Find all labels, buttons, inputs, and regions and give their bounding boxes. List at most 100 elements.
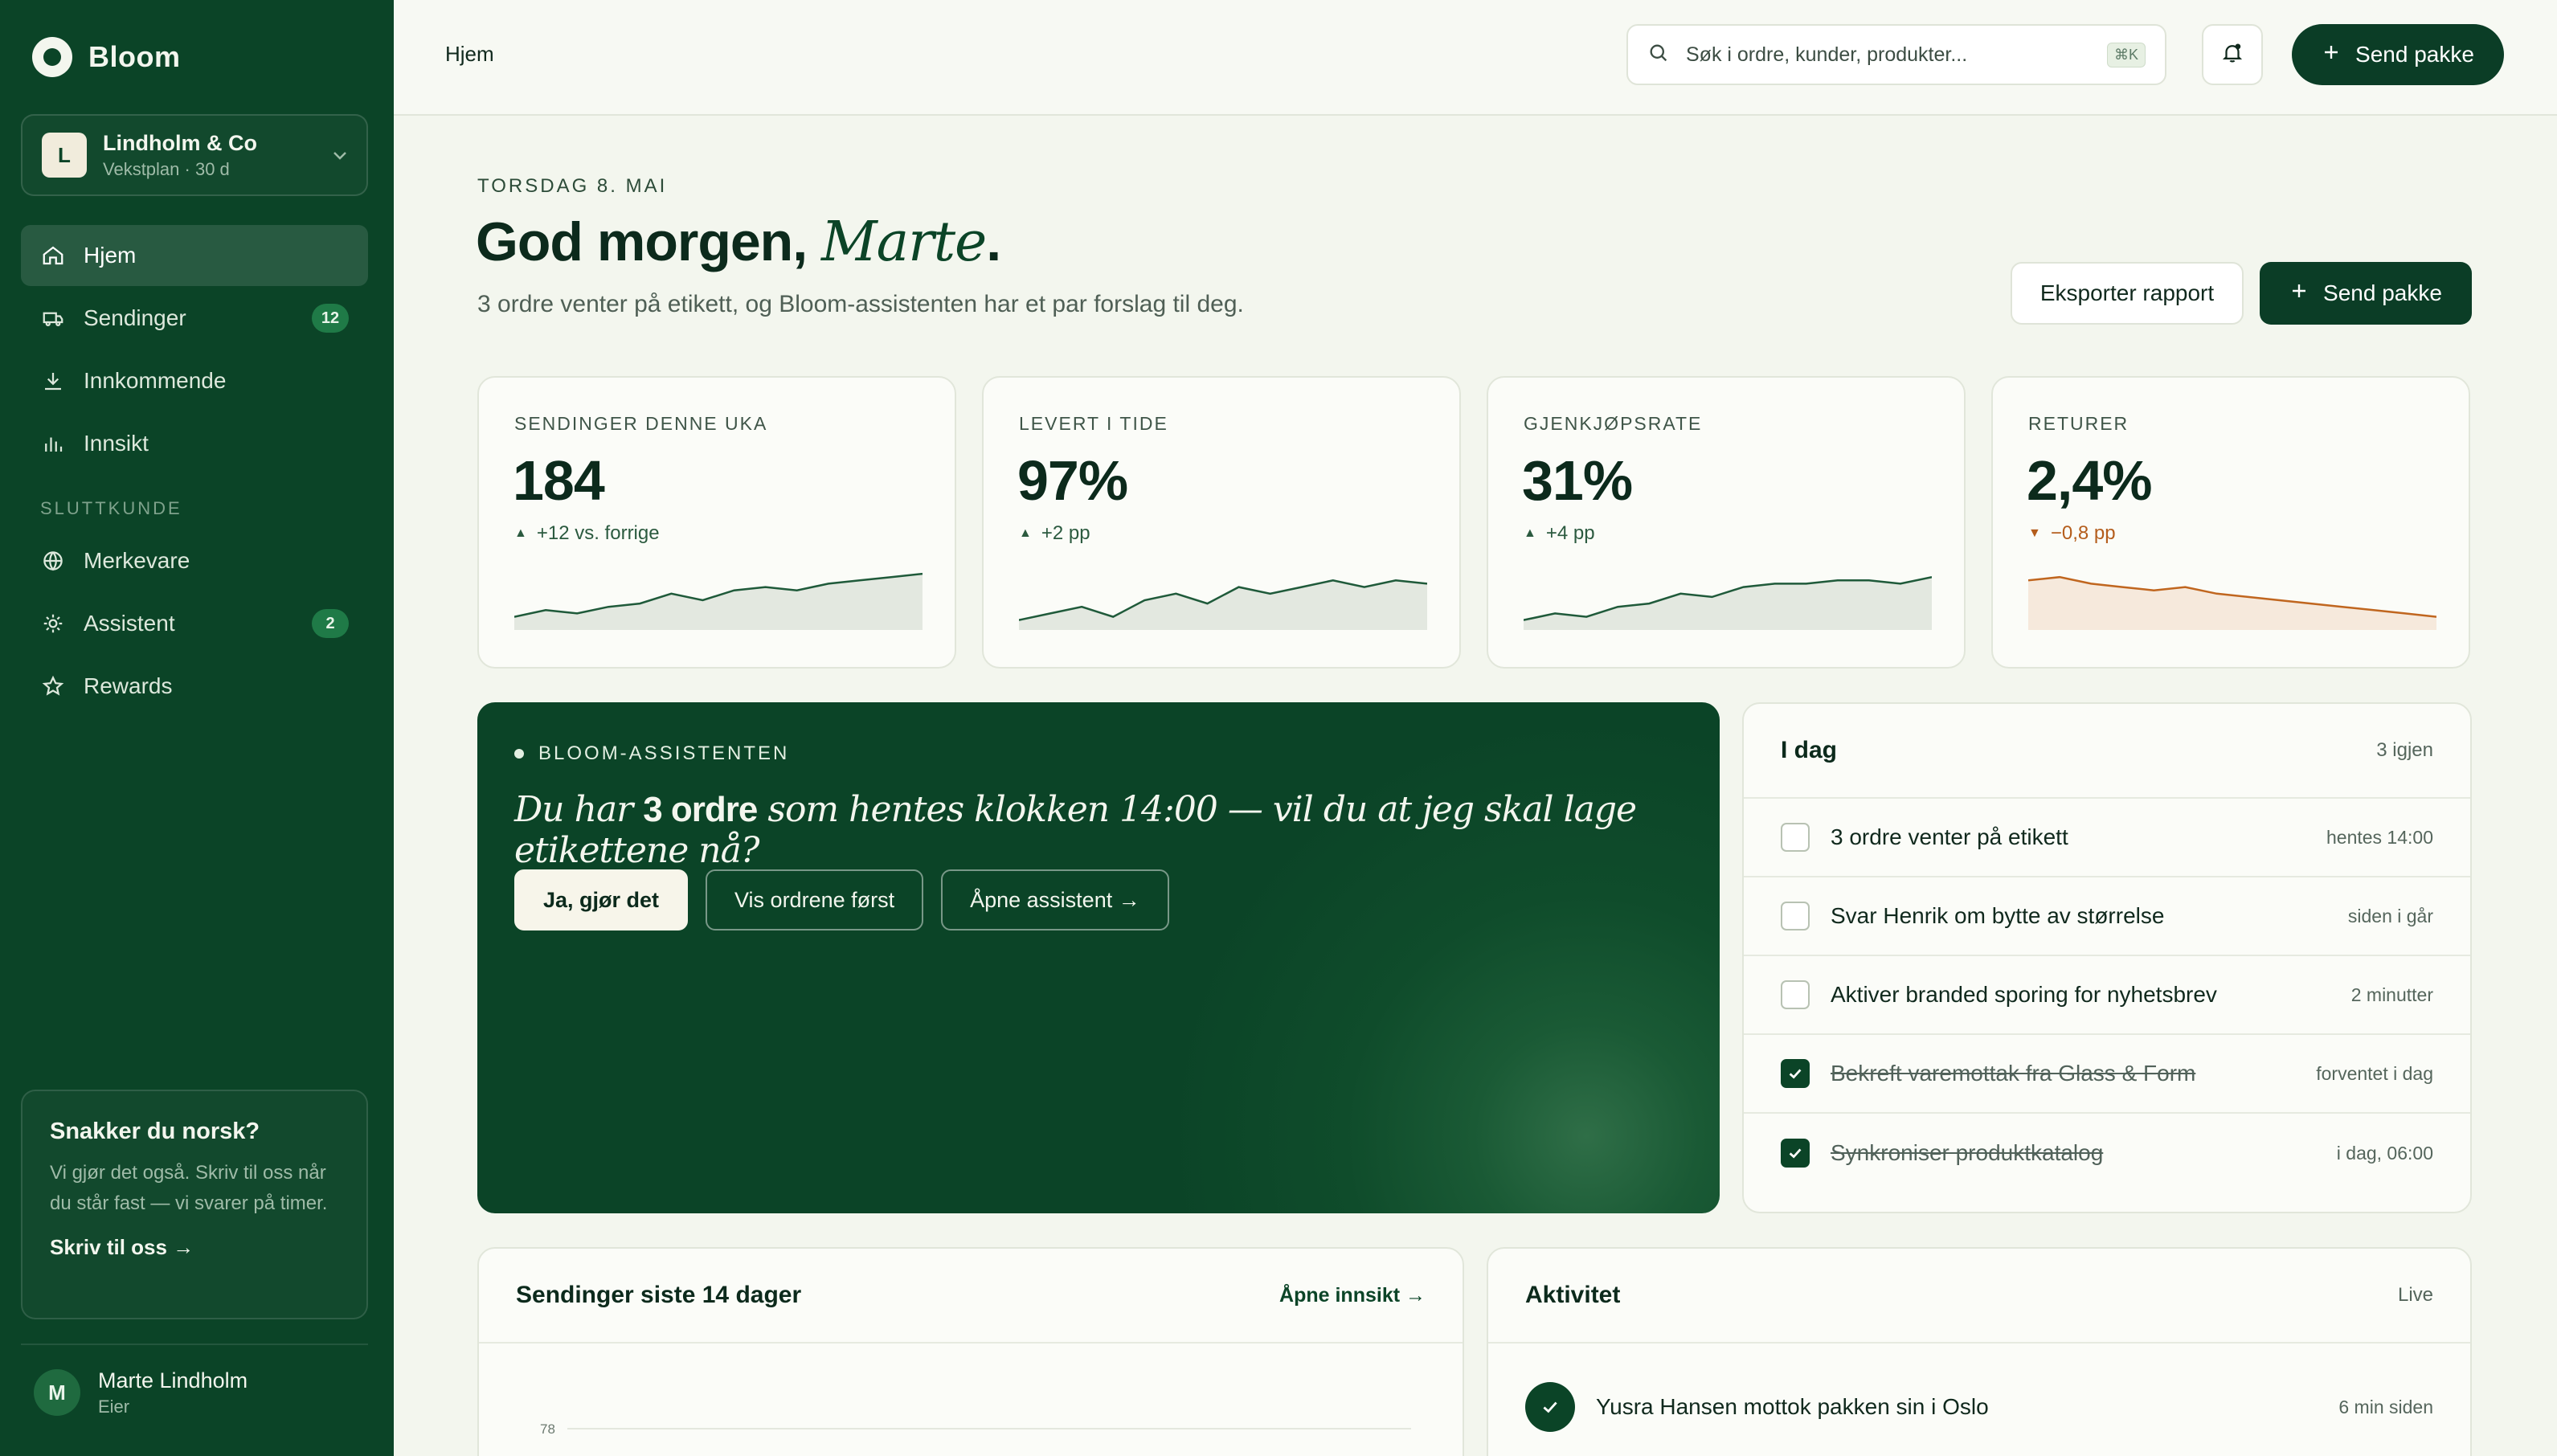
confirm-button[interactable]: Ja, gjør det bbox=[514, 869, 689, 930]
sparkline bbox=[2028, 575, 2436, 630]
task-meta: forventet i dag bbox=[2316, 1062, 2433, 1084]
task-meta: 2 minutter bbox=[2350, 984, 2433, 1005]
nav-section-label: SLUTTKUNDE bbox=[40, 498, 182, 518]
activity-text: Yusra Hansen mottok pakken sin i Oslo bbox=[1596, 1394, 2318, 1420]
search-icon bbox=[1647, 42, 1670, 68]
nav-label: Merkevare bbox=[84, 548, 190, 573]
task-meta: siden i går bbox=[2347, 905, 2433, 926]
today-header: I dag 3 igjen bbox=[1744, 704, 2470, 799]
contact-link[interactable]: Skriv til oss → bbox=[50, 1235, 339, 1260]
stat-delta: ▲ +2 pp bbox=[1019, 522, 1090, 545]
message-highlight: 3 ordre bbox=[643, 790, 758, 829]
task-checkbox[interactable] bbox=[1781, 902, 1810, 930]
trend-up-icon: ▲ bbox=[514, 526, 527, 540]
avatar: M bbox=[34, 1369, 80, 1416]
today-panel: I dag 3 igjen 3 ordre venter på etikett … bbox=[1742, 702, 2472, 1213]
activity-description: mottok pakken sin i Oslo bbox=[1737, 1394, 1989, 1419]
org-plan: Vekstplan · 30 d bbox=[103, 158, 230, 179]
globe-icon bbox=[40, 548, 66, 574]
nav-item-hjem[interactable]: Hjem bbox=[21, 225, 368, 286]
greeting-period: . bbox=[986, 211, 1001, 272]
org-switcher[interactable]: L Lindholm & Co Vekstplan · 30 d bbox=[21, 114, 368, 196]
sparkline-area bbox=[1019, 580, 1427, 630]
nav-item-merkevare[interactable]: Merkevare bbox=[21, 530, 368, 591]
trend-down-icon: ▼ bbox=[2028, 526, 2041, 540]
task-item[interactable]: 3 ordre venter på etikett hentes 14:00 bbox=[1744, 799, 2470, 877]
open-insights-link[interactable]: Åpne innsikt → bbox=[1279, 1284, 1426, 1307]
nav-item-sendinger[interactable]: Sendinger 12 bbox=[21, 288, 368, 349]
nav-label: Innsikt bbox=[84, 431, 149, 456]
card-title: Aktivitet bbox=[1525, 1282, 1621, 1308]
send-package-button-main[interactable]: Send pakke bbox=[2260, 262, 2472, 325]
task-checkbox-checked[interactable] bbox=[1781, 1139, 1810, 1168]
sparkline-area bbox=[1524, 577, 1932, 630]
check-icon bbox=[1789, 1069, 1802, 1079]
notifications-button[interactable] bbox=[2202, 24, 2263, 85]
task-item[interactable]: Aktiver branded sporing for nyhetsbrev 2… bbox=[1744, 956, 2470, 1035]
open-assistant-button[interactable]: Åpne assistent → bbox=[941, 869, 1169, 930]
delta-text: +12 vs. forrige bbox=[536, 522, 660, 544]
sparkline bbox=[1019, 579, 1427, 630]
truck-icon bbox=[40, 305, 66, 331]
help-title: Snakker du norsk? bbox=[50, 1119, 260, 1144]
activity-item[interactable]: Yusra Hansen mottok pakken sin i Oslo 6 … bbox=[1488, 1344, 2470, 1432]
task-label: Aktiver branded sporing for nyhetsbrev bbox=[1831, 982, 2217, 1007]
show-orders-button[interactable]: Vis ordrene først bbox=[706, 869, 924, 930]
task-checkbox-checked[interactable] bbox=[1781, 1059, 1810, 1088]
card-title: Sendinger siste 14 dager bbox=[516, 1282, 802, 1308]
stat-card-shipments[interactable]: SENDINGER DENNE UKA 184 ▲ +12 vs. forrige bbox=[477, 376, 956, 669]
export-report-button[interactable]: Eksporter rapport bbox=[2011, 262, 2244, 325]
sparkline bbox=[1524, 575, 1932, 630]
send-package-button[interactable]: Send pakke bbox=[2292, 24, 2504, 85]
nav-label: Innkommende bbox=[84, 368, 227, 393]
task-item[interactable]: Bekreft varemottak fra Glass & Form forv… bbox=[1744, 1035, 2470, 1114]
activity-time: 6 min siden bbox=[2338, 1396, 2433, 1417]
card-header: Aktivitet Live bbox=[1488, 1249, 2470, 1344]
shortcut-hint: ⌘K bbox=[2106, 42, 2146, 67]
nav-item-rewards[interactable]: Rewards bbox=[21, 656, 368, 717]
assistant-actions: Ja, gjør det Vis ordrene først Åpne assi… bbox=[514, 869, 1169, 930]
user-profile[interactable]: M Marte Lindholm Eier bbox=[21, 1344, 368, 1440]
stat-label: SENDINGER DENNE UKA bbox=[514, 413, 768, 434]
stat-value: 97% bbox=[1017, 449, 1128, 512]
task-checkbox[interactable] bbox=[1781, 823, 1810, 852]
nav-item-innsikt[interactable]: Innsikt bbox=[21, 413, 368, 474]
org-name: Lindholm & Co bbox=[103, 130, 257, 155]
assistant-tag-label: BLOOM-ASSISTENTEN bbox=[538, 742, 790, 764]
stat-label: RETURER bbox=[2028, 413, 2129, 434]
message-part: Du har bbox=[514, 789, 644, 830]
nav-label: Hjem bbox=[84, 243, 137, 268]
breadcrumb[interactable]: Hjem bbox=[445, 42, 494, 67]
stat-card-on-time[interactable]: LEVERT I TIDE 97% ▲ +2 pp bbox=[982, 376, 1461, 669]
task-item[interactable]: Svar Henrik om bytte av størrelse siden … bbox=[1744, 877, 2470, 956]
page-subtitle: 3 ordre venter på etikett, og Bloom-assi… bbox=[477, 291, 1244, 317]
nav-item-innkommende[interactable]: Innkommende bbox=[21, 350, 368, 411]
nav-item-assistent[interactable]: Assistent 2 bbox=[21, 593, 368, 654]
task-item[interactable]: Synkroniser produktkatalog i dag, 06:00 bbox=[1744, 1114, 2470, 1192]
status-dot-icon bbox=[514, 749, 524, 759]
search-input[interactable]: Søk i ordre, kunder, produkter... ⌘K bbox=[1626, 24, 2166, 85]
task-checkbox[interactable] bbox=[1781, 980, 1810, 1009]
task-label: Synkroniser produktkatalog bbox=[1831, 1140, 2104, 1165]
main-nav: Hjem Sendinger 12 Innkommende Innsikt SL… bbox=[21, 225, 368, 718]
plus-icon bbox=[2289, 280, 2309, 306]
nav-label: Assistent bbox=[84, 611, 175, 636]
card-header: Sendinger siste 14 dager Åpne innsikt → bbox=[479, 1249, 1463, 1344]
assistant-tag: BLOOM-ASSISTENTEN bbox=[514, 742, 789, 765]
today-title: I dag bbox=[1781, 737, 1838, 763]
stat-delta: ▲ +12 vs. forrige bbox=[514, 522, 660, 545]
delta-text: −0,8 pp bbox=[2050, 522, 2116, 544]
stat-card-repurchase[interactable]: GJENKJØPSRATE 31% ▲ +4 pp bbox=[1487, 376, 1966, 669]
bell-icon bbox=[2220, 41, 2244, 69]
stat-value: 31% bbox=[1522, 449, 1633, 512]
download-icon bbox=[40, 368, 66, 394]
stat-card-returns[interactable]: RETURER 2,4% ▼ −0,8 pp bbox=[1991, 376, 2470, 669]
brand[interactable]: Bloom bbox=[32, 37, 181, 77]
user-first-name: Marte bbox=[821, 211, 987, 274]
sparkline-area bbox=[2028, 577, 2436, 630]
count-badge: 12 bbox=[312, 304, 349, 333]
nav-label: Rewards bbox=[84, 673, 173, 698]
chevron-down-icon bbox=[333, 145, 347, 166]
delta-text: +2 pp bbox=[1041, 522, 1090, 544]
task-label: Svar Henrik om bytte av størrelse bbox=[1831, 903, 2165, 928]
